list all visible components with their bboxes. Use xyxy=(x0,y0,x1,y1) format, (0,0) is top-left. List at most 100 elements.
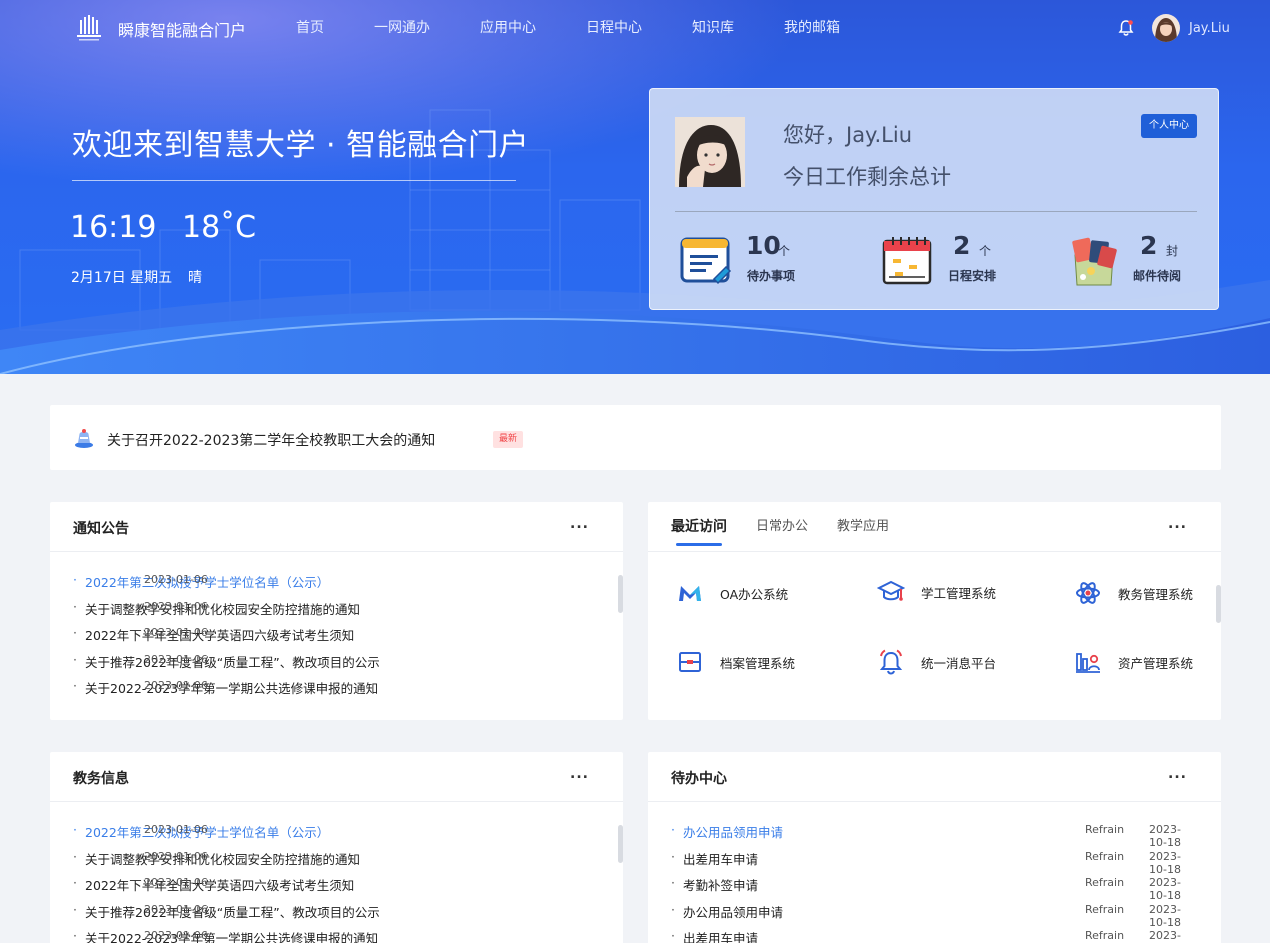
user-card-avatar xyxy=(675,117,745,187)
archive-box-icon xyxy=(679,652,701,672)
welcome-divider xyxy=(72,180,516,181)
current-time: 16:19 xyxy=(70,210,157,245)
todo-unit: 个 xyxy=(778,244,791,258)
notification-bell-icon[interactable] xyxy=(1117,19,1135,37)
mail-unit: 封 xyxy=(1166,244,1179,258)
app-label: 统一消息平台 xyxy=(921,655,997,671)
todo-list-icon xyxy=(680,237,732,285)
atom-icon xyxy=(1076,582,1100,604)
nav-item-app-center[interactable]: 应用中心 xyxy=(480,0,536,56)
nav-username[interactable]: Jay.Liu xyxy=(1189,21,1230,36)
oa-system-icon xyxy=(679,586,701,601)
tab-teaching-apps[interactable]: 教学应用 xyxy=(837,502,889,552)
user-portrait-image xyxy=(675,117,745,187)
recent-scrollbar[interactable] xyxy=(1216,585,1221,623)
top-nav: 瞬康智能融合门户 首页 一网通办 应用中心 日程中心 知识库 我的邮箱 Jay.… xyxy=(0,0,1270,56)
app-oa[interactable]: OA办公系统 xyxy=(676,578,788,608)
list-item[interactable]: · 2022年第二次拟授予学士学位名单（公示） 2023-01-06 xyxy=(73,822,593,849)
brand-name: 瞬康智能融合门户 xyxy=(118,21,247,40)
list-item[interactable]: · 2022年下半年全国大学英语四六级考试考生须知 2023-01-06 xyxy=(73,875,593,902)
personal-center-button[interactable]: 个人中心 xyxy=(1141,114,1197,138)
mail-count: 2 xyxy=(1140,231,1158,260)
calendar-icon xyxy=(882,237,932,285)
hero-banner: 瞬康智能融合门户 首页 一网通办 应用中心 日程中心 知识库 我的邮箱 Jay.… xyxy=(0,0,1270,374)
app-assets[interactable]: 资产管理系统 xyxy=(1074,647,1193,677)
recent-tabs: 最近访问 日常办公 教学应用 xyxy=(671,502,918,552)
mail-label: 邮件待阅 xyxy=(1133,269,1182,283)
nav-avatar[interactable] xyxy=(1152,14,1180,42)
list-item[interactable]: · 考勤补签申请 Refrain 2023-10-18 xyxy=(671,875,1191,902)
recent-apps-panel: 最近访问 日常办公 教学应用 ... OA办公系统 学工管理系统 教务管理系统 xyxy=(648,502,1221,720)
panel-divider xyxy=(648,551,1221,552)
todo-more-button[interactable]: ... xyxy=(1168,766,1187,782)
panel-divider xyxy=(50,551,623,552)
panel-divider xyxy=(50,801,623,802)
nav-item-schedule[interactable]: 日程中心 xyxy=(586,0,642,56)
todo-title: 待办中心 xyxy=(671,771,727,787)
academic-scrollbar[interactable] xyxy=(618,825,623,863)
asset-chart-icon xyxy=(1076,653,1100,673)
nav-item-home[interactable]: 首页 xyxy=(296,0,324,56)
mail-cards-icon xyxy=(1072,237,1117,286)
welcome-title: 欢迎来到智慧大学 · 智能融合门户 xyxy=(72,128,530,163)
notices-title: 通知公告 xyxy=(73,521,129,537)
app-student-affairs[interactable]: 学工管理系统 xyxy=(877,577,996,607)
list-item[interactable]: · 办公用品领用申请 Refrain 2023-10-18 xyxy=(671,902,1191,929)
list-item[interactable]: · 办公用品领用申请 Refrain 2023-10-18 xyxy=(671,822,1191,849)
app-archives[interactable]: 档案管理系统 xyxy=(676,647,795,677)
current-temperature: 18˚C xyxy=(182,210,257,245)
current-weather: 晴 xyxy=(188,270,202,286)
todo-center-panel: 待办中心 ... · 办公用品领用申请 Refrain 2023-10-18 · 出差用… xyxy=(648,752,1221,943)
nav-item-knowledge[interactable]: 知识库 xyxy=(692,0,734,56)
app-label: 学工管理系统 xyxy=(921,585,997,601)
todo-count: 10 xyxy=(746,231,781,260)
announcement-text[interactable]: 关于召开2022-2023第二学年全校教职工大会的通知 xyxy=(107,430,435,450)
active-tab-indicator xyxy=(676,543,722,546)
list-item[interactable]: ·出差用车申请Refrain2023-10-18 xyxy=(671,928,1191,943)
academic-more-button[interactable]: ... xyxy=(570,766,589,782)
app-label: 教务管理系统 xyxy=(1118,586,1194,602)
todo-label: 待办事项 xyxy=(747,269,796,283)
list-item[interactable]: · 关于调整教学安排和优化校园安全防控措施的通知 2023-01-06 xyxy=(73,849,593,876)
list-item[interactable]: · 关于调整教学安排和优化校园安全防控措施的通知 2023-01-06 xyxy=(73,599,593,626)
work-summary-subtitle: 今日工作剩余总计 xyxy=(783,165,951,189)
user-greeting: 您好，Jay.Liu xyxy=(783,123,913,147)
graduation-cap-icon xyxy=(877,580,905,601)
logo-icon xyxy=(77,15,101,41)
schedule-label: 日程安排 xyxy=(948,269,997,283)
app-label: OA办公系统 xyxy=(720,586,789,602)
recent-more-button[interactable]: ... xyxy=(1168,516,1187,532)
schedule-unit: 个 xyxy=(979,244,992,258)
app-messaging[interactable]: 统一消息平台 xyxy=(877,647,996,677)
academic-info-panel: 教务信息 ... · 2022年第二次拟授予学士学位名单（公示） 2023-01-0… xyxy=(50,752,623,943)
todo-list: · 办公用品领用申请 Refrain 2023-10-18 · 出差用车申请 Refrai… xyxy=(671,822,1191,943)
nav-item-one-stop[interactable]: 一网通办 xyxy=(374,0,430,56)
academic-list: · 2022年第二次拟授予学士学位名单（公示） 2023-01-06 · 关于调整教学… xyxy=(73,822,593,943)
tab-daily-office[interactable]: 日常办公 xyxy=(756,502,808,552)
list-item[interactable]: · 关于推荐2022年度省级“质量工程”、教改项目的公示 2023-01-06 xyxy=(73,652,593,679)
list-item[interactable]: · 2022年第二次拟授予学士学位名单（公示） 2023-01-06 xyxy=(73,572,593,599)
main-menu: 首页 一网通办 应用中心 日程中心 知识库 我的邮箱 xyxy=(296,0,890,56)
tab-recent[interactable]: 最近访问 xyxy=(671,502,727,552)
announcement-bar[interactable]: 关于召开2022-2023第二学年全校教职工大会的通知 最新 xyxy=(50,405,1221,470)
announcement-icon xyxy=(75,429,93,448)
notices-more-button[interactable]: ... xyxy=(570,516,589,532)
nav-item-mailbox[interactable]: 我的邮箱 xyxy=(784,0,840,56)
app-label: 资产管理系统 xyxy=(1118,655,1194,671)
avatar-image xyxy=(1152,14,1180,42)
notices-list: · 2022年第二次拟授予学士学位名单（公示） 2023-01-06 · 关于调整教学… xyxy=(73,572,593,705)
app-label: 档案管理系统 xyxy=(720,655,796,671)
list-item[interactable]: · 2022年下半年全国大学英语四六级考试考生须知 2023-01-06 xyxy=(73,625,593,652)
new-badge: 最新 xyxy=(493,431,523,448)
user-summary-card: 您好，Jay.Liu 今日工作剩余总计 个人中心 10 个 待办事项 2 个 日… xyxy=(649,88,1219,310)
schedule-count: 2 xyxy=(953,231,971,260)
list-item[interactable]: · 关于2022-2023学年第一学期公共选修课申报的通知 2023-01-06 xyxy=(73,678,593,705)
alarm-bell-icon xyxy=(879,649,903,675)
notices-scrollbar[interactable] xyxy=(618,575,623,613)
user-card-divider xyxy=(675,211,1197,212)
academic-title: 教务信息 xyxy=(73,771,129,787)
list-item[interactable]: · 关于推荐2022年度省级“质量工程”、教改项目的公示 2023-01-06 xyxy=(73,902,593,929)
app-academic-affairs[interactable]: 教务管理系统 xyxy=(1074,578,1193,608)
list-item[interactable]: ·出差用车申请Refrain2023-10-18 xyxy=(671,849,1191,876)
list-item[interactable]: · 关于2022-2023学年第一学期公共选修课申报的通知 2023-01-06 xyxy=(73,928,593,943)
